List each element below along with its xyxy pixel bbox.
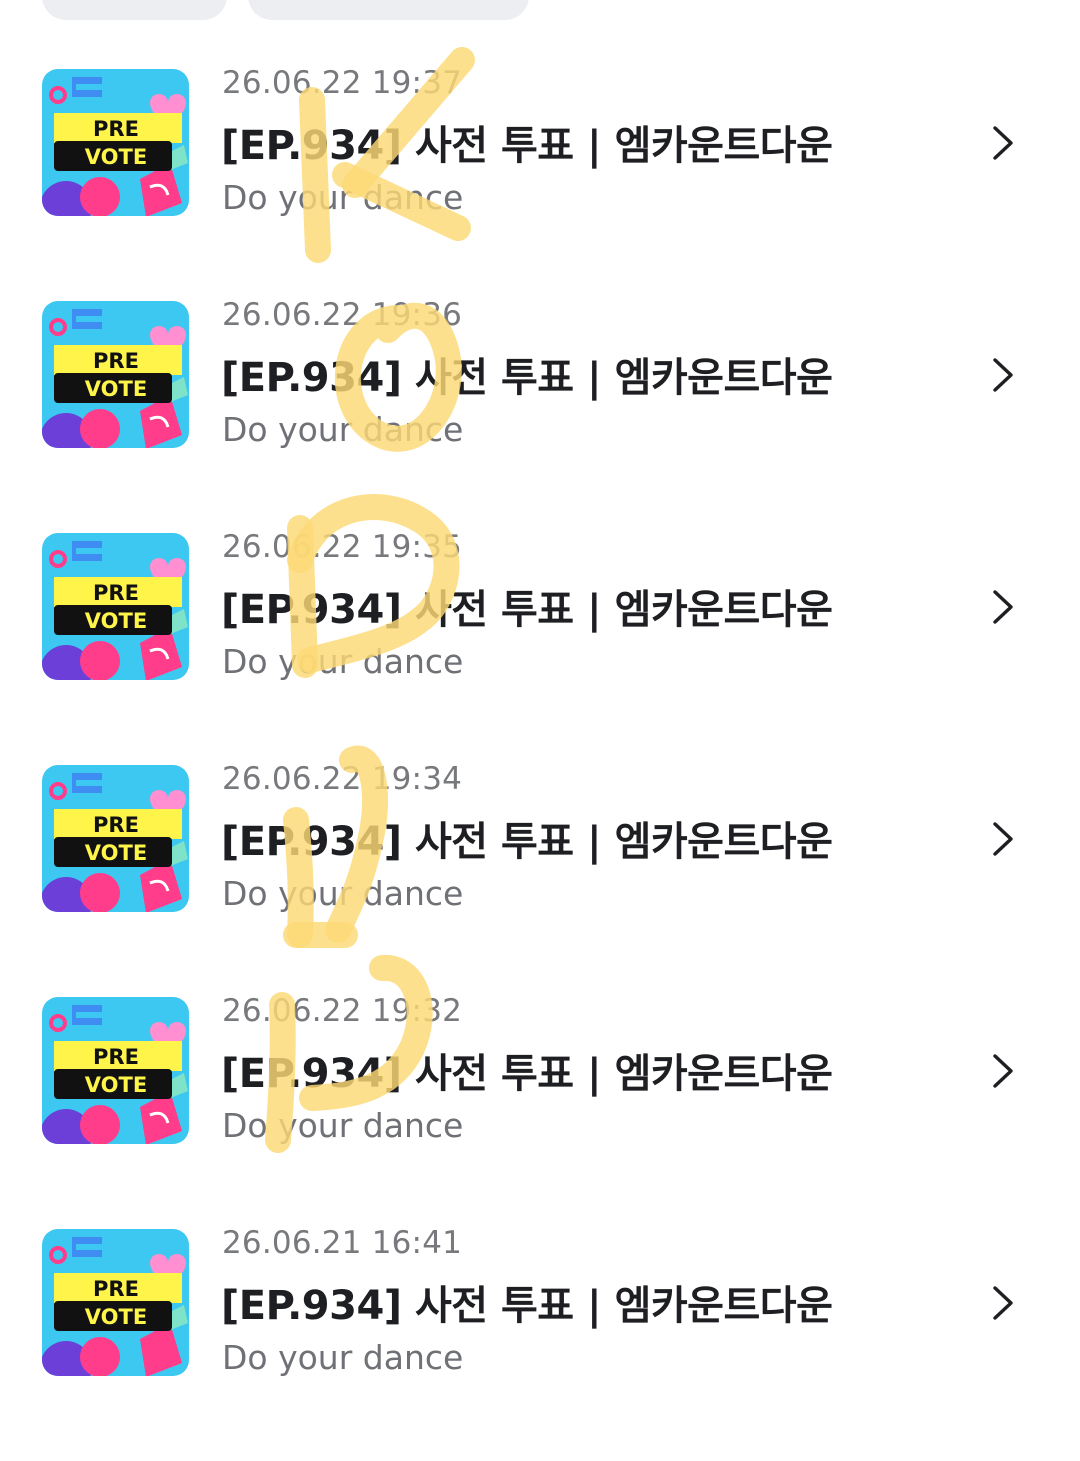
vote-list-item[interactable]: PRE VOTE 26.06.22 19:35 [EP.934] 사전 투표 |…: [0, 529, 1080, 765]
pre-vote-thumbnail: PRE VOTE: [42, 301, 189, 448]
pre-vote-thumbnail: PRE VOTE: [42, 69, 189, 216]
thumbnail-line1: PRE: [93, 1277, 139, 1301]
item-date: 26.06.22 19:37: [222, 65, 463, 101]
item-title: [EP.934] 사전 투표 | 엠카운트다운: [221, 123, 833, 169]
thumbnail-line2: VOTE: [85, 145, 147, 169]
thumbnail-line1: PRE: [93, 349, 139, 373]
thumbnail-line2: VOTE: [85, 377, 147, 401]
pre-vote-thumbnail: PRE VOTE: [42, 997, 189, 1144]
thumbnail-line1: PRE: [93, 1045, 139, 1069]
item-date: 26.06.22 19:35: [222, 529, 463, 565]
chevron-right-icon[interactable]: [986, 355, 1020, 395]
item-date: 26.06.22 19:36: [222, 297, 463, 333]
chevron-right-icon[interactable]: [986, 1051, 1020, 1091]
chevron-right-icon[interactable]: [986, 1283, 1020, 1323]
pre-vote-thumbnail: PRE VOTE: [42, 765, 189, 912]
thumbnail-line1: PRE: [93, 117, 139, 141]
chevron-right-icon[interactable]: [986, 123, 1020, 163]
item-subtitle: Do your dance: [222, 1338, 464, 1377]
vote-list-item[interactable]: PRE VOTE 26.06.22 19:34 [EP.934] 사전 투표 |…: [0, 761, 1080, 997]
item-title: [EP.934] 사전 투표 | 엠카운트다운: [221, 355, 833, 401]
item-subtitle: Do your dance: [222, 642, 464, 681]
pre-vote-thumbnail: PRE VOTE: [42, 1229, 189, 1376]
chevron-right-icon[interactable]: [986, 587, 1020, 627]
thumbnail-line1: PRE: [93, 813, 139, 837]
item-title: [EP.934] 사전 투표 | 엠카운트다운: [221, 1051, 833, 1097]
thumbnail-line2: VOTE: [85, 1073, 147, 1097]
item-title: [EP.934] 사전 투표 | 엠카운트다운: [221, 819, 833, 865]
vote-list-item[interactable]: PRE VOTE 26.06.21 16:41 [EP.934] 사전 투표 |…: [0, 1225, 1080, 1461]
chevron-right-icon[interactable]: [986, 819, 1020, 859]
vote-history-list: PRE VOTE 26.06.22 19:37 [EP.934] 사전 투표 |…: [0, 0, 1080, 1377]
item-subtitle: Do your dance: [222, 410, 464, 449]
item-subtitle: Do your dance: [222, 178, 464, 217]
item-date: 26.06.21 16:41: [222, 1225, 463, 1261]
vote-list-item[interactable]: PRE VOTE 26.06.22 19:32 [EP.934] 사전 투표 |…: [0, 993, 1080, 1229]
thumbnail-line2: VOTE: [85, 841, 147, 865]
item-title: [EP.934] 사전 투표 | 엠카운트다운: [221, 1283, 833, 1329]
thumbnail-line2: VOTE: [85, 609, 147, 633]
item-subtitle: Do your dance: [222, 874, 464, 913]
item-date: 26.06.22 19:34: [222, 761, 463, 797]
vote-list-item[interactable]: PRE VOTE 26.06.22 19:36 [EP.934] 사전 투표 |…: [0, 297, 1080, 533]
item-date: 26.06.22 19:32: [222, 993, 463, 1029]
item-subtitle: Do your dance: [222, 1106, 464, 1145]
item-title: [EP.934] 사전 투표 | 엠카운트다운: [221, 587, 833, 633]
thumbnail-line2: VOTE: [85, 1305, 147, 1329]
pre-vote-thumbnail: PRE VOTE: [42, 533, 189, 680]
thumbnail-line1: PRE: [93, 581, 139, 605]
vote-list-item[interactable]: PRE VOTE 26.06.22 19:37 [EP.934] 사전 투표 |…: [0, 65, 1080, 301]
